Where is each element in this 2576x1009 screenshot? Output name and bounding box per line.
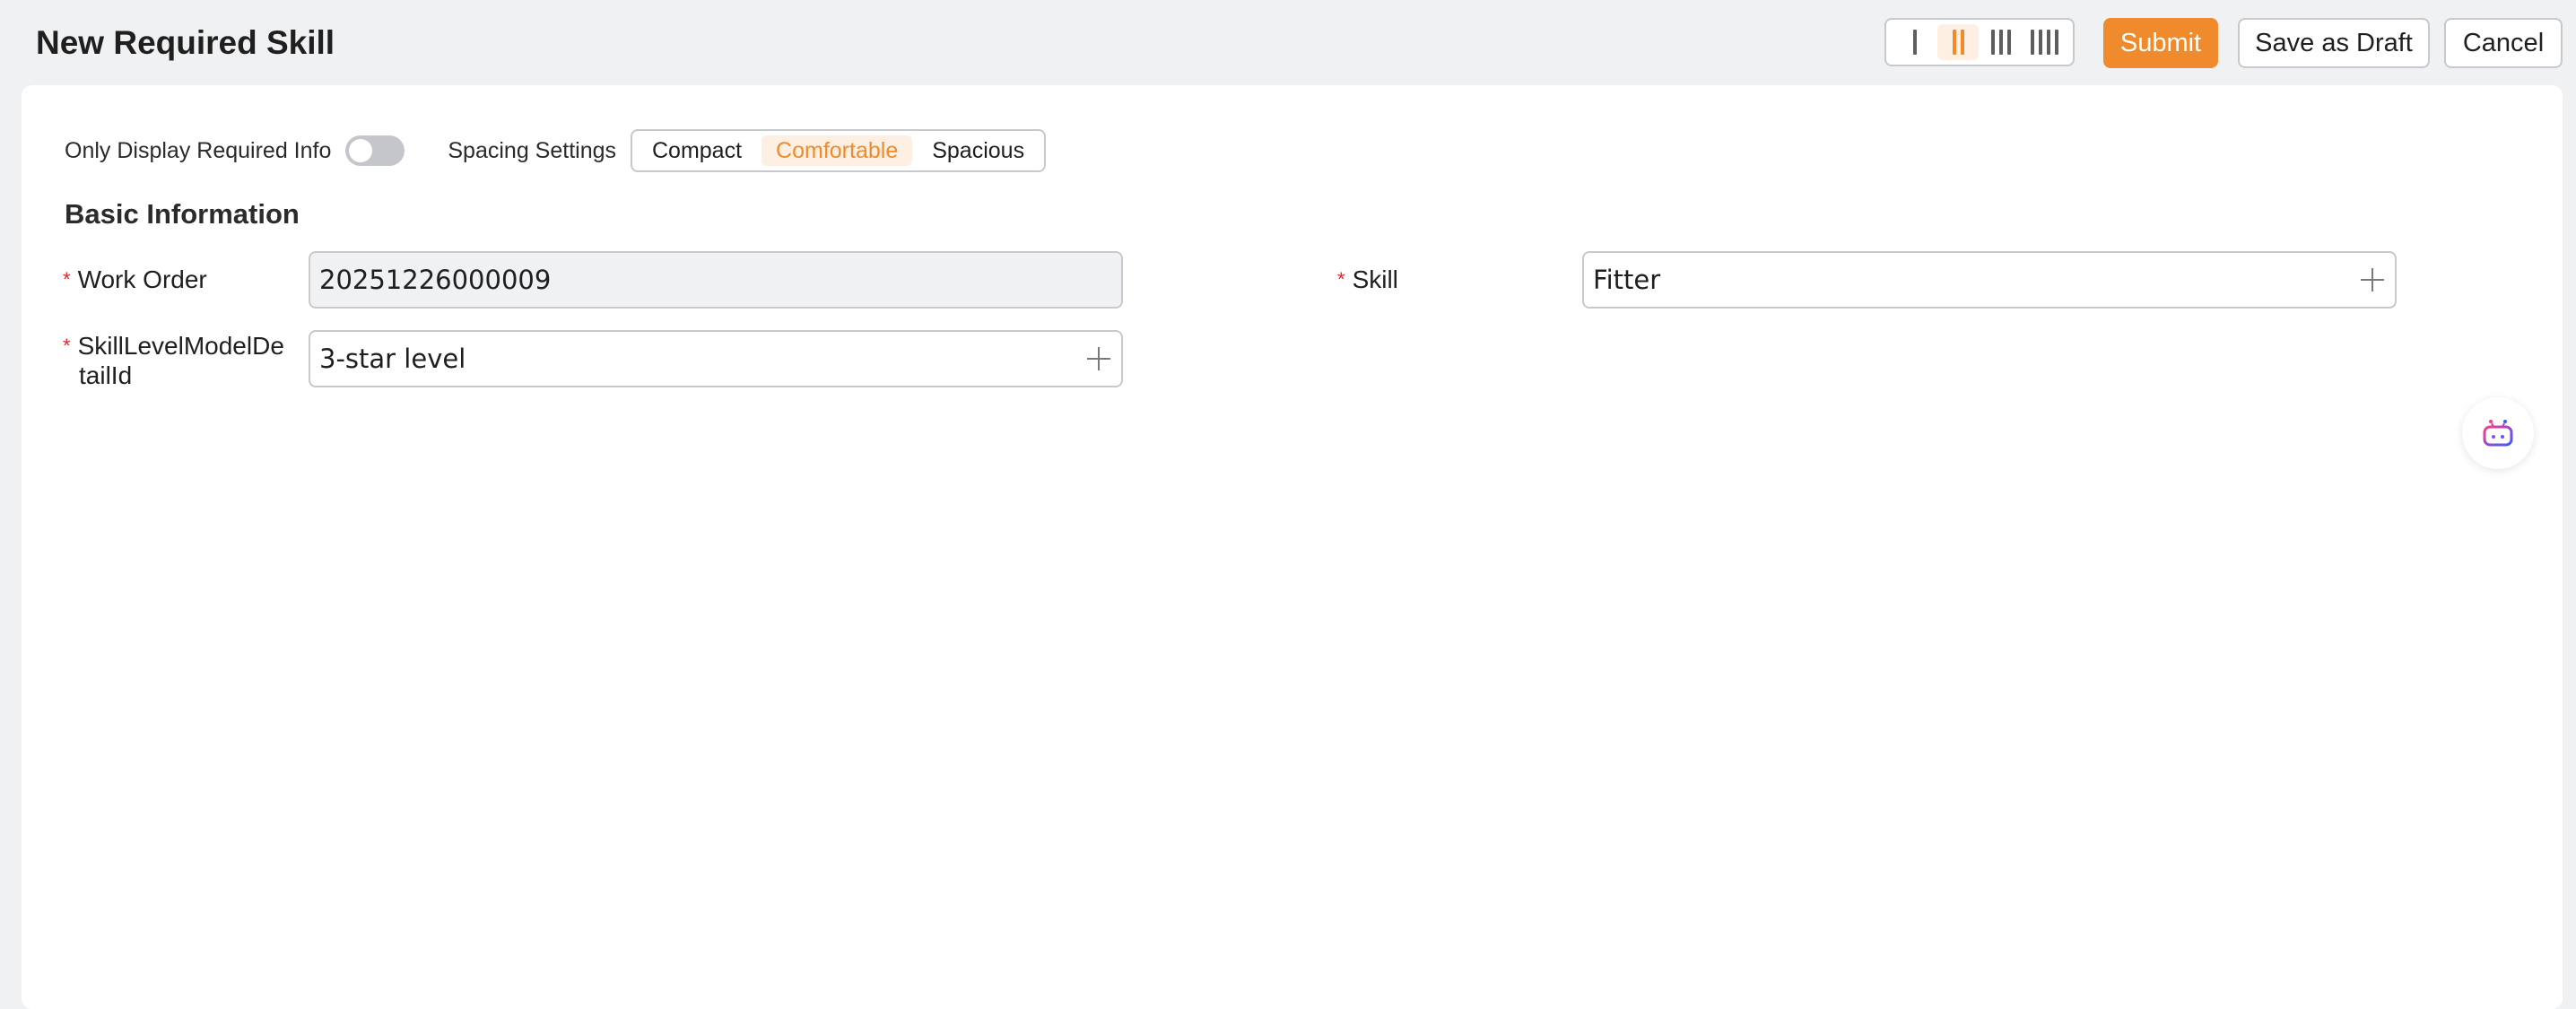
work-order-value: 20251226000009 bbox=[319, 265, 552, 295]
layout-one-column-option[interactable] bbox=[1894, 24, 1936, 60]
skill-label-text: Skill bbox=[1352, 265, 1398, 293]
skill-level-value: 3-star level bbox=[319, 344, 466, 374]
layout-four-column-option[interactable] bbox=[2023, 24, 2065, 60]
form-card: Only Display Required Info Spacing Setti… bbox=[22, 85, 2563, 1009]
spacing-option-compact[interactable]: Compact bbox=[638, 135, 756, 166]
column-bar-icon bbox=[2030, 30, 2034, 55]
column-bar-icon bbox=[1999, 30, 2003, 55]
column-bar-icon bbox=[1960, 30, 1964, 55]
column-bar-icon bbox=[1952, 30, 1956, 55]
spacing-segmented-control: Compact Comfortable Spacious bbox=[631, 129, 1047, 172]
skill-level-field[interactable]: 3-star level bbox=[309, 330, 1123, 387]
skill-label: * Skill bbox=[1337, 265, 1398, 294]
only-required-label: Only Display Required Info bbox=[65, 137, 332, 163]
column-bar-icon bbox=[2007, 30, 2011, 55]
column-layout-switch bbox=[1884, 18, 2075, 66]
skill-level-label-line2: tailId bbox=[79, 361, 133, 389]
column-bar-icon bbox=[2054, 30, 2058, 55]
section-title: Basic Information bbox=[65, 198, 300, 230]
spacing-settings-label: Spacing Settings bbox=[448, 137, 616, 163]
column-bar-icon bbox=[1913, 30, 1917, 55]
required-asterisk: * bbox=[1337, 268, 1345, 291]
robot-assistant-icon bbox=[2483, 420, 2513, 447]
skill-field[interactable]: Fitter bbox=[1582, 251, 2397, 309]
cancel-button[interactable]: Cancel bbox=[2444, 18, 2563, 68]
column-bar-icon bbox=[1991, 30, 1995, 55]
plus-icon[interactable] bbox=[1085, 345, 1112, 372]
layout-three-column-option[interactable] bbox=[1980, 24, 2022, 60]
layout-two-column-option[interactable] bbox=[1937, 24, 1979, 60]
skill-level-label: * SkillLevelModelDe tailId bbox=[63, 331, 284, 390]
spacing-option-spacious[interactable]: Spacious bbox=[918, 135, 1039, 166]
save-draft-button[interactable]: Save as Draft bbox=[2238, 18, 2430, 68]
work-order-label: * Work Order bbox=[63, 265, 207, 294]
only-required-toggle[interactable] bbox=[345, 135, 405, 166]
work-order-field[interactable]: 20251226000009 bbox=[309, 251, 1123, 309]
skill-value: Fitter bbox=[1593, 265, 1661, 295]
required-asterisk: * bbox=[63, 268, 71, 291]
required-asterisk: * bbox=[63, 335, 71, 357]
page-title: New Required Skill bbox=[36, 24, 335, 61]
column-bar-icon bbox=[2038, 30, 2042, 55]
plus-icon[interactable] bbox=[2359, 266, 2386, 293]
submit-button[interactable]: Submit bbox=[2103, 18, 2218, 68]
toggle-knob bbox=[349, 139, 373, 162]
spacing-option-comfortable[interactable]: Comfortable bbox=[761, 135, 913, 166]
assistant-button[interactable] bbox=[2462, 397, 2534, 469]
page-header: New Required Skill Submit Save as Draft … bbox=[0, 0, 2576, 85]
form-toolbar: Only Display Required Info Spacing Setti… bbox=[65, 128, 1047, 173]
work-order-label-text: Work Order bbox=[77, 265, 207, 293]
column-bar-icon bbox=[2046, 30, 2050, 55]
skill-level-label-line1: SkillLevelModelDe bbox=[77, 332, 284, 360]
